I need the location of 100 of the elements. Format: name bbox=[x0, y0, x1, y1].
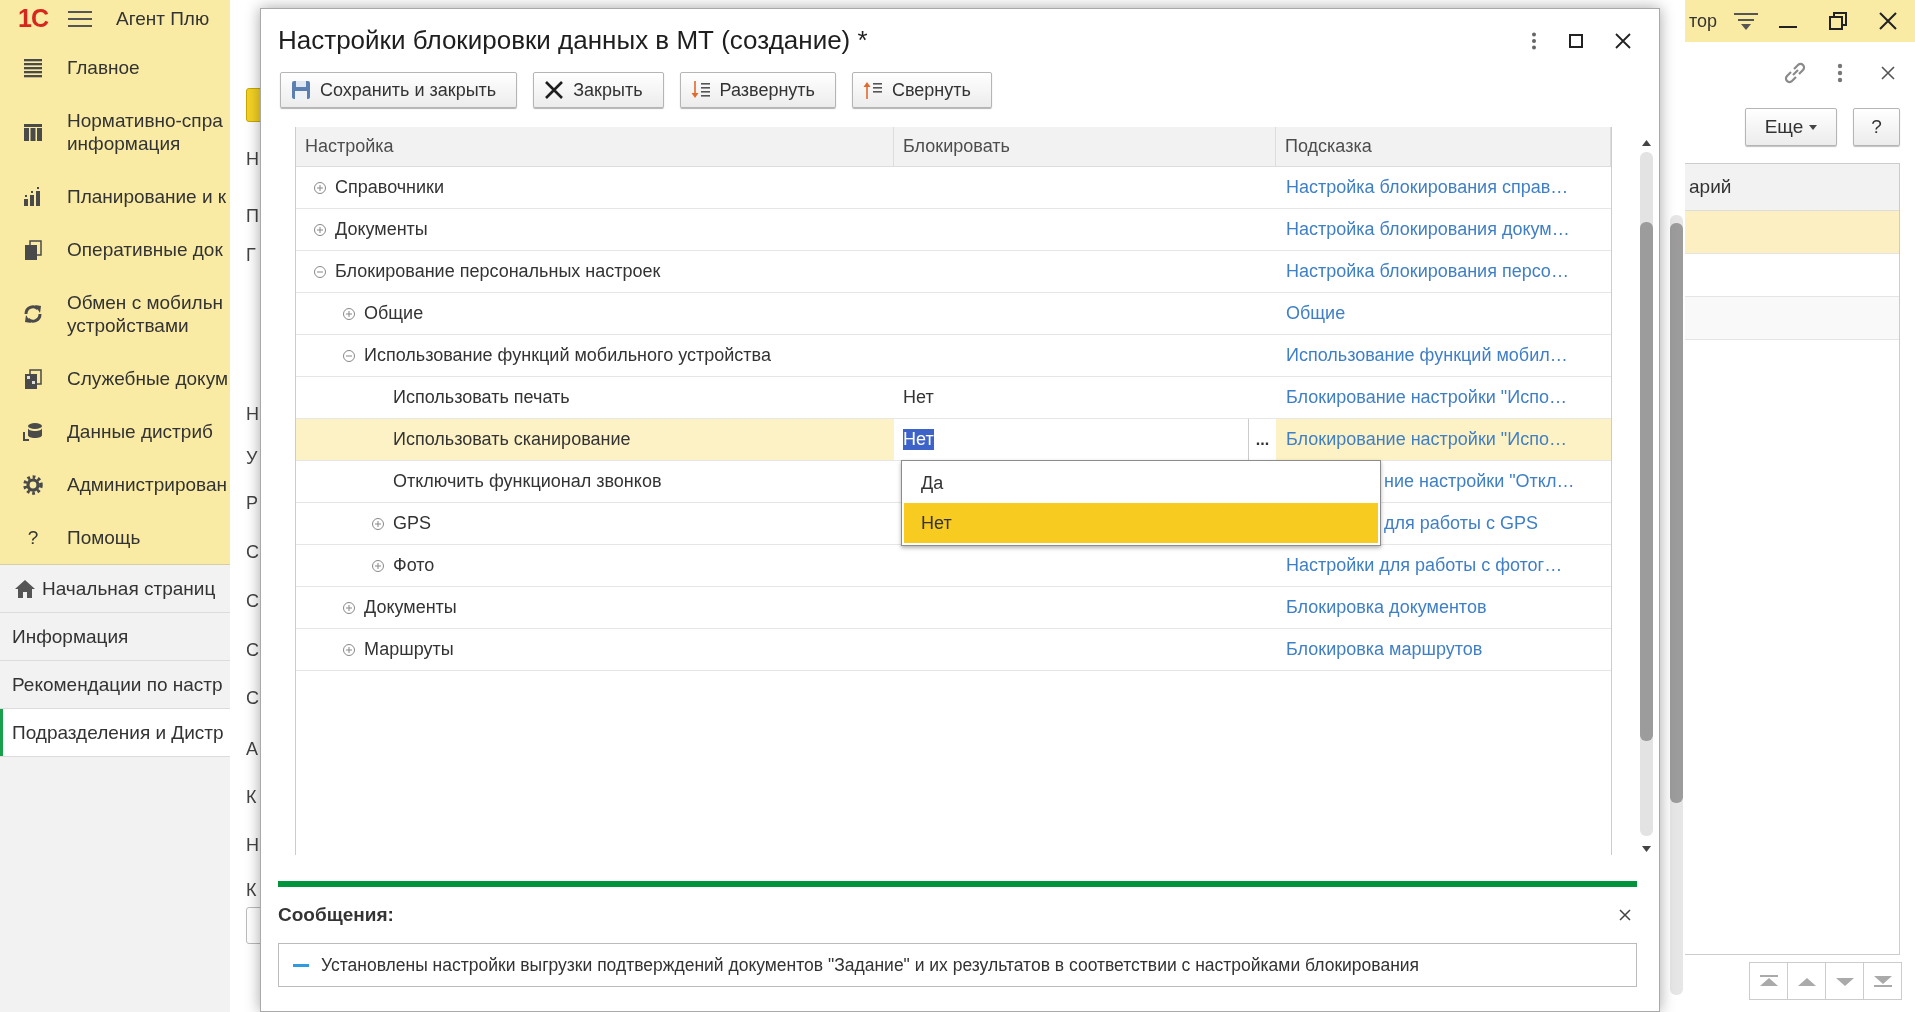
plus-circle-icon[interactable] bbox=[372, 559, 384, 572]
window-title: тор bbox=[1688, 10, 1718, 32]
close-icon[interactable] bbox=[1619, 909, 1631, 921]
hint-link[interactable]: Блокировка документов bbox=[1286, 597, 1487, 618]
close-icon[interactable] bbox=[1615, 32, 1631, 49]
scroll-up-icon[interactable] bbox=[1642, 140, 1651, 146]
toolbar-button[interactable]: Развернуть bbox=[679, 72, 836, 108]
tree-item-label: Использование функций мобильного устройства bbox=[364, 345, 771, 366]
table-cell: Нет bbox=[903, 387, 934, 408]
tree-item-label: Использовать сканирование bbox=[393, 429, 631, 450]
restore-icon[interactable] bbox=[1829, 12, 1847, 30]
pages-icon bbox=[22, 367, 44, 390]
hint-link[interactable]: Блокирование настройки "Испо… bbox=[1286, 387, 1567, 408]
section-link[interactable]: Служебные докум bbox=[67, 367, 228, 390]
field-label: Г bbox=[246, 244, 257, 267]
tree-item-label: Фото bbox=[393, 555, 435, 576]
section-link[interactable]: Обмен с мобильн устройствами bbox=[67, 291, 224, 337]
section-link[interactable]: Нормативно-спра информация bbox=[67, 109, 223, 155]
triangle-up-icon[interactable] bbox=[1797, 975, 1816, 987]
toolbar-button[interactable]: Сохранить и закрыть bbox=[280, 72, 518, 108]
arrow-down-lines-icon bbox=[690, 80, 711, 100]
table-row[interactable]: Использовать сканирование Нет ... Блокирование настройки "Испо… bbox=[296, 419, 1611, 461]
plus-circle-icon[interactable] bbox=[343, 643, 355, 656]
dropdown-option[interactable]: Да bbox=[904, 463, 1378, 503]
plus-circle-icon[interactable] bbox=[314, 223, 326, 236]
field-label: С bbox=[246, 541, 260, 564]
message-text: Установлены настройки выгрузки подтверждений документов "Задание" и их результатов в соответствии с настройками блокирования bbox=[321, 954, 1420, 976]
field-label: А bbox=[246, 738, 259, 761]
toolbar-button[interactable]: Закрыть bbox=[533, 72, 664, 108]
messages-title: Сообщения: bbox=[278, 904, 394, 926]
hint-link[interactable]: Настройка блокирования докум… bbox=[1286, 219, 1570, 240]
tree-item-label: Блокирование персональных настроек bbox=[335, 261, 661, 282]
section-link[interactable]: Оперативные док bbox=[67, 238, 223, 261]
plus-circle-icon[interactable] bbox=[343, 307, 355, 320]
tree-item-label: Документы bbox=[364, 597, 457, 618]
close-icon bbox=[544, 80, 565, 100]
choice-button[interactable]: ... bbox=[1249, 419, 1276, 460]
hint-link[interactable]: ние настройки "Откл… bbox=[1384, 471, 1575, 492]
more-icon[interactable] bbox=[1531, 31, 1537, 50]
column-header: Блокировать bbox=[894, 127, 1276, 166]
logo: 1С bbox=[18, 4, 48, 33]
columns-icon bbox=[22, 121, 44, 143]
hint-link[interactable]: Блокировка маршрутов bbox=[1286, 639, 1483, 660]
field-label: Н bbox=[246, 148, 260, 171]
section-link[interactable]: Данные дистриб bbox=[67, 420, 213, 443]
settings-icon bbox=[22, 473, 44, 496]
tree-item-label: Отключить функционал звонков bbox=[393, 471, 662, 492]
lines-arrow-icon[interactable] bbox=[1734, 11, 1758, 31]
hint-link[interactable]: Использование функций мобил… bbox=[1286, 345, 1568, 366]
hint-link[interactable]: Настройка блокирования справ… bbox=[1286, 177, 1569, 198]
home-icon bbox=[14, 578, 36, 599]
nav-item[interactable]: Подразделения и Дистр bbox=[0, 709, 230, 757]
column-header: Настройка bbox=[296, 127, 894, 166]
field-label: С bbox=[246, 687, 260, 710]
window-title: Настройки блокировки данных в МТ (создание) * bbox=[278, 25, 868, 56]
hint-link[interactable]: Общие bbox=[1286, 303, 1346, 324]
app-title: Агент Плю bbox=[115, 7, 210, 30]
maximize-icon[interactable] bbox=[1569, 33, 1583, 48]
triangle-down-icon[interactable] bbox=[1835, 975, 1854, 987]
tree-item-label: Документы bbox=[335, 219, 428, 240]
minus-circle-icon[interactable] bbox=[343, 349, 355, 362]
dash-icon bbox=[293, 963, 309, 967]
plus-circle-icon[interactable] bbox=[314, 181, 326, 194]
sync-icon bbox=[22, 303, 44, 325]
plus-circle-icon[interactable] bbox=[372, 517, 384, 530]
caret-icon bbox=[1809, 124, 1818, 130]
close-icon[interactable] bbox=[1879, 12, 1897, 30]
field-label: Р bbox=[246, 492, 259, 515]
help-button[interactable]: ? bbox=[1853, 108, 1900, 146]
tree-item-label: Маршруты bbox=[364, 639, 454, 660]
section-link[interactable]: Планирование и к bbox=[67, 185, 227, 208]
value-field[interactable]: Нет bbox=[894, 419, 1249, 460]
hint-link[interactable]: для работы с GPS bbox=[1384, 513, 1538, 534]
toolbar-button[interactable]: Свернуть bbox=[851, 72, 992, 108]
section-link[interactable]: Главное bbox=[67, 56, 140, 79]
field-label: К bbox=[246, 879, 258, 902]
section-link[interactable]: Помощь bbox=[67, 526, 141, 549]
scroll-down-icon[interactable] bbox=[1642, 846, 1651, 852]
menu-icon[interactable] bbox=[67, 9, 92, 28]
jump-bottom-icon[interactable] bbox=[1873, 975, 1892, 987]
close-icon[interactable] bbox=[1880, 65, 1895, 80]
field-label: Н bbox=[246, 834, 260, 857]
column-header: Подсказка bbox=[1276, 127, 1611, 166]
field-label: П bbox=[246, 205, 260, 228]
minus-circle-icon[interactable] bbox=[314, 265, 326, 278]
more-button[interactable]: Еще bbox=[1745, 108, 1837, 146]
field-label: К bbox=[246, 786, 258, 809]
hint-link[interactable]: Настройка блокирования персо… bbox=[1286, 261, 1569, 282]
more-icon[interactable] bbox=[1837, 62, 1843, 83]
field-label: Н bbox=[246, 403, 260, 426]
dropdown-option[interactable]: Нет bbox=[904, 503, 1378, 543]
list-icon bbox=[22, 56, 44, 79]
tree-item-label: GPS bbox=[393, 513, 431, 534]
tree-item-label: Общие bbox=[364, 303, 424, 324]
jump-top-icon[interactable] bbox=[1759, 975, 1778, 987]
plus-circle-icon[interactable] bbox=[343, 601, 355, 614]
hint-link[interactable]: Блокирование настройки "Испо… bbox=[1286, 429, 1567, 450]
section-link[interactable]: Администрирован bbox=[67, 473, 227, 496]
hint-link[interactable]: Настройки для работы с фотог… bbox=[1286, 555, 1563, 576]
field-label: У bbox=[246, 447, 259, 470]
